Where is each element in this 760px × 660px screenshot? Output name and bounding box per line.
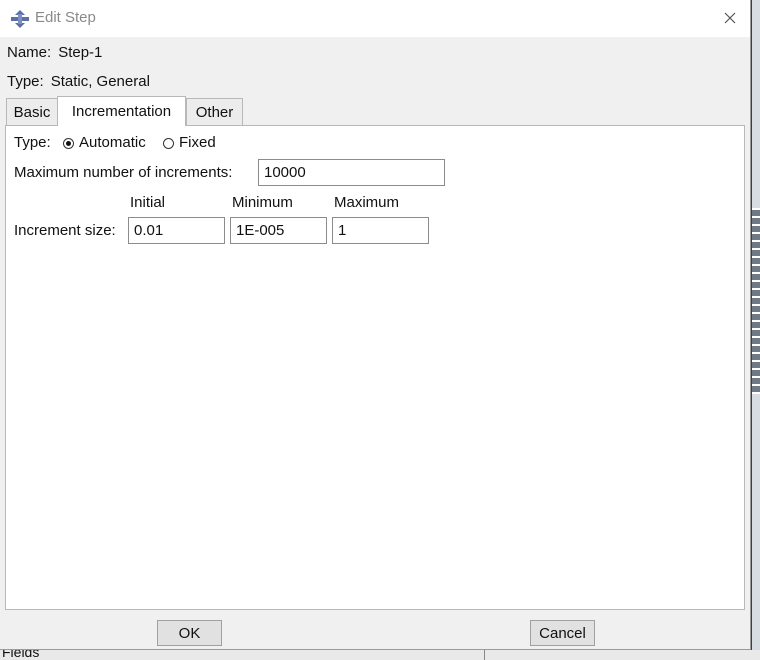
close-icon [724, 12, 736, 24]
maximum-increment-field[interactable] [332, 217, 429, 244]
edit-step-dialog: Edit Step Name: Step-1 Type: Static, Gener… [0, 0, 751, 650]
dialog-title: Edit Step [35, 9, 96, 26]
step-icon [10, 9, 30, 29]
maximum-header: Maximum [334, 194, 400, 211]
tab-other[interactable]: Other [186, 98, 243, 125]
type-value: Static, General [50, 73, 150, 90]
max-increments-label: Maximum number of increments: [14, 164, 233, 181]
initial-header: Initial [130, 194, 166, 211]
tab-incrementation[interactable]: Incrementation [57, 96, 186, 126]
close-button[interactable] [716, 6, 744, 30]
cancel-button[interactable]: Cancel [530, 620, 595, 646]
increment-size-label: Increment size: [14, 222, 116, 239]
initial-increment-field[interactable] [128, 217, 225, 244]
minimum-header: Minimum [232, 194, 293, 211]
automatic-label[interactable]: Automatic [79, 134, 146, 151]
max-increments-field[interactable] [258, 159, 445, 186]
name-value: Step-1 [58, 44, 103, 61]
fixed-label[interactable]: Fixed [179, 134, 216, 151]
increment-type-label: Type: [14, 134, 51, 151]
background-panel [0, 650, 760, 660]
step-type-row: Type: Static, General [7, 73, 150, 90]
tab-basic[interactable]: Basic [6, 98, 58, 125]
type-label: Type: [7, 73, 44, 90]
background-divider [484, 650, 485, 660]
ok-button[interactable]: OK [157, 620, 222, 646]
automatic-radio[interactable] [63, 138, 74, 149]
minimum-increment-field[interactable] [230, 217, 327, 244]
fixed-radio[interactable] [163, 138, 174, 149]
name-label: Name: [7, 44, 52, 61]
step-name-row: Name: Step-1 [7, 44, 102, 61]
incrementation-panel: Type: Automatic Fixed Maximum number of … [5, 125, 745, 610]
title-bar[interactable]: Edit Step [0, 0, 750, 37]
background-viewport-model [752, 208, 760, 394]
